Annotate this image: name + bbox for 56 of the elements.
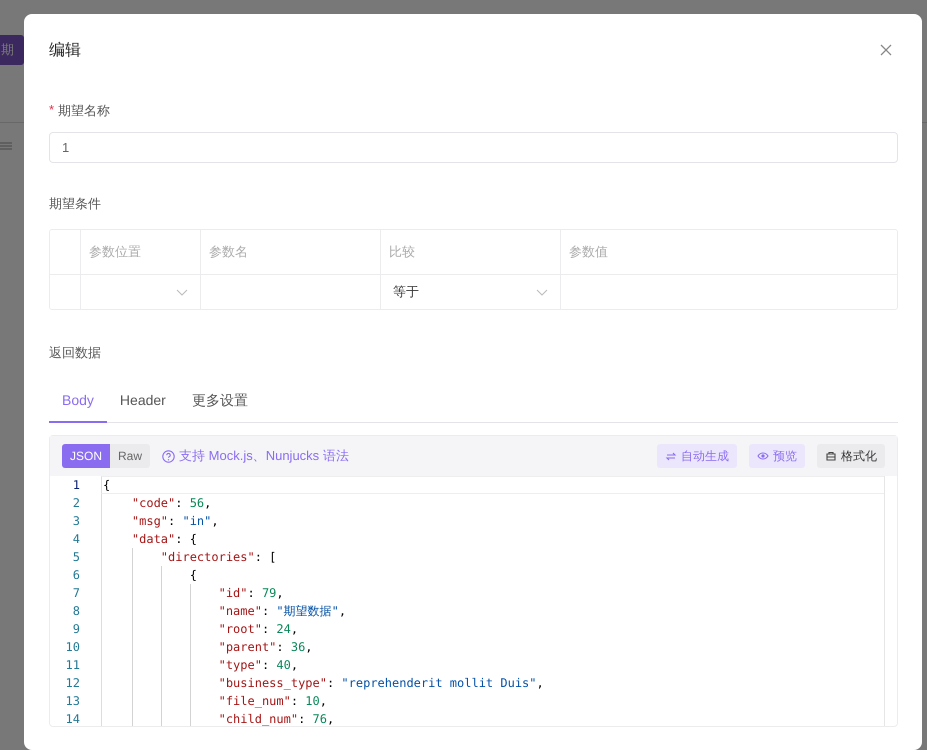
- tab[interactable]: Header: [106, 384, 179, 423]
- menu-icon: [0, 141, 12, 151]
- code-line: "id": 79,: [218, 586, 284, 600]
- code-line: "msg": "in",: [130, 514, 219, 528]
- code-line: {: [188, 568, 197, 582]
- section-title: 期望条件: [49, 195, 102, 213]
- required-mark: *: [49, 102, 54, 119]
- line-number: 9: [72, 621, 81, 638]
- line-number: 12: [64, 675, 81, 692]
- help-link[interactable]: 支持 Mock.js、Nunjucks 语法: [179, 447, 349, 465]
- bag-icon: [825, 450, 837, 462]
- line-number: 8: [72, 603, 81, 620]
- code-line: "file_num": 10,: [218, 694, 327, 708]
- column-header: 参数名: [208, 243, 248, 261]
- line-number: 7: [72, 585, 81, 602]
- line-number: 13: [64, 693, 81, 710]
- column-header: 参数值: [568, 243, 608, 261]
- code-line: "root": 24,: [218, 622, 298, 636]
- action-button[interactable]: 格式化: [817, 444, 885, 468]
- code-line: "data": {: [130, 532, 197, 546]
- action-button[interactable]: 预览: [749, 444, 805, 468]
- chevron-down-icon: [536, 288, 548, 296]
- line-number: 11: [64, 657, 81, 674]
- action-button[interactable]: 自动生成: [657, 444, 737, 468]
- line-number: 10: [64, 639, 81, 656]
- select-field[interactable]: 等于: [381, 275, 560, 309]
- tab[interactable]: 更多设置: [178, 384, 261, 423]
- line-number: 4: [72, 531, 81, 548]
- line-number: 6: [72, 567, 81, 584]
- field-label: 期望名称: [58, 102, 110, 120]
- column-header: 比较: [388, 243, 415, 261]
- close-icon[interactable]: [880, 44, 892, 56]
- format-toggle[interactable]: JSON: [62, 444, 110, 468]
- line-number: 3: [72, 513, 81, 530]
- code-line: "parent": 36,: [218, 640, 313, 654]
- tab[interactable]: Body: [49, 384, 107, 423]
- chevron-down-icon: [176, 288, 188, 296]
- code-line: "code": 56,: [130, 496, 212, 510]
- format-toggle[interactable]: Raw: [110, 444, 150, 468]
- line-number: 2: [72, 495, 81, 512]
- input-field[interactable]: 1: [49, 132, 898, 163]
- code-line: {: [103, 478, 110, 492]
- eye-icon: [757, 450, 769, 462]
- code-line: "directories": [: [160, 550, 276, 564]
- code-line: "type": 40,: [218, 658, 298, 672]
- help-icon: [162, 450, 176, 462]
- code-line: "name": "期望数据",: [218, 604, 346, 618]
- line-number: 1: [72, 477, 81, 494]
- line-number: 5: [72, 549, 81, 566]
- column-header: 参数位置: [88, 243, 141, 261]
- code-line: "child_num": 76,: [218, 712, 334, 726]
- swap-icon: [665, 450, 677, 462]
- code-line: "business_type": "reprehenderit mollit Duis",: [218, 676, 544, 690]
- line-number: 14: [64, 711, 81, 726]
- dialog-title: 编辑: [49, 40, 81, 60]
- section-title: 返回数据: [49, 344, 102, 362]
